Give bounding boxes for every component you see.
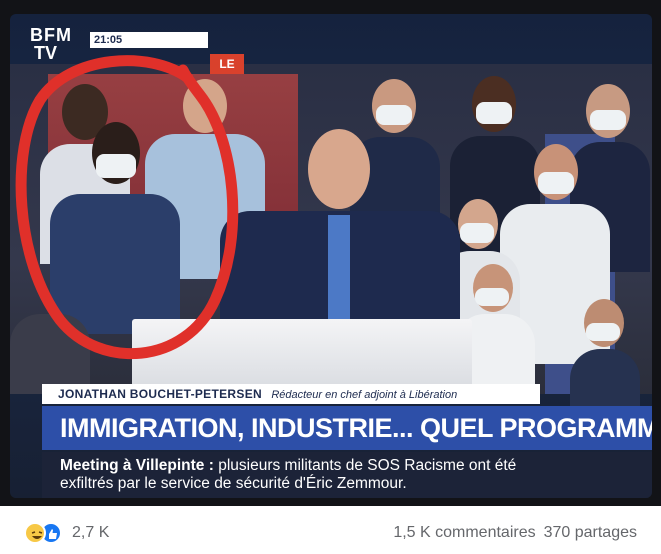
post-stats: 1,5 K commentaires 370 partages bbox=[393, 524, 637, 542]
bfmtv-logo: BFM TV bbox=[30, 25, 72, 63]
post-footer: 2,7 K 1,5 K commentaires 370 partages bbox=[0, 506, 661, 554]
lower-third-name-bar: JONATHAN BOUCHET-PETERSEN Rédacteur en c… bbox=[42, 384, 540, 404]
headline: IMMIGRATION, INDUSTRIE... QUEL PROGRAMME… bbox=[42, 406, 652, 450]
haha-icon bbox=[24, 522, 46, 544]
comments-link[interactable]: 1,5 K commentaires bbox=[393, 524, 535, 542]
guest-role: Rédacteur en chef adjoint à Libération bbox=[271, 389, 458, 401]
ticker-line2: exfiltrés par le service de sécurité d'É… bbox=[60, 475, 407, 492]
audience-member bbox=[10, 314, 90, 394]
audience-member-masked bbox=[50, 122, 180, 334]
audience-member-masked bbox=[570, 299, 640, 409]
reactions[interactable]: 2,7 K bbox=[24, 522, 109, 544]
news-ticker: Meeting à Villepinte : plusieurs militan… bbox=[42, 452, 652, 498]
ticker-text: plusieurs militants de SOS Racisme ont é… bbox=[218, 457, 517, 474]
time-tag: 21:05 bbox=[90, 32, 208, 48]
live-tag: LE bbox=[210, 54, 244, 74]
photo[interactable]: BFM TV 21:05 LE JONATHAN BOUCHET-PETERSE… bbox=[0, 0, 661, 506]
speaker bbox=[220, 129, 460, 341]
podium bbox=[132, 319, 472, 394]
reaction-count: 2,7 K bbox=[72, 524, 110, 541]
shares-link[interactable]: 370 partages bbox=[544, 524, 637, 542]
ticker-lead: Meeting à Villepinte : bbox=[60, 457, 214, 474]
guest-name: JONATHAN BOUCHET-PETERSEN bbox=[58, 387, 262, 401]
tv-screen: BFM TV 21:05 LE JONATHAN BOUCHET-PETERSE… bbox=[10, 14, 652, 498]
